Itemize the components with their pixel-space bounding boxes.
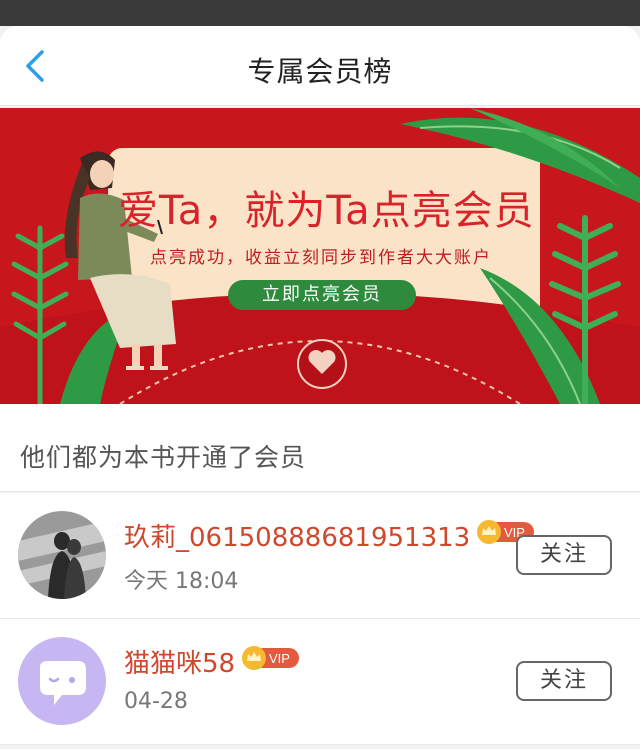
photo-avatar-icon	[18, 511, 106, 599]
follow-button[interactable]: 关注	[516, 535, 612, 575]
status-bar	[0, 0, 640, 26]
chat-bubble-avatar-icon	[18, 637, 106, 725]
member-name-text: 猫猫咪58	[124, 649, 236, 679]
member-name: 猫猫咪58 VIP	[124, 643, 301, 681]
avatar[interactable]	[18, 637, 106, 725]
list-item[interactable]: 玖莉_0615088868195131​3 VIP 今天 18:04 关注	[0, 493, 640, 619]
svg-text:VIP: VIP	[269, 651, 290, 666]
page-title: 专属会员榜	[247, 55, 393, 88]
follow-button[interactable]: 关注	[516, 661, 612, 701]
vip-banner[interactable]: 爱Ta，就为Ta点亮会员 点亮成功，收益立刻同步到作者大大账户 立即点亮会员	[0, 108, 640, 404]
member-name-text: 玖莉_0615088868195131​3	[124, 523, 471, 553]
list-item[interactable]: 猫猫咪58 VIP 04-28 关注	[0, 619, 640, 745]
section-header: 他们都为本书开通了会员	[0, 404, 640, 492]
section-title: 他们都为本书开通了会员	[20, 443, 307, 472]
activate-vip-button[interactable]: 立即点亮会员	[228, 280, 416, 310]
avatar[interactable]	[18, 511, 106, 599]
member-list: 玖莉_0615088868195131​3 VIP 今天 18:04 关注 猫猫咪…	[0, 493, 640, 745]
member-name: 玖莉_0615088868195131​3 VIP	[124, 517, 536, 555]
banner-headline: 爱Ta，就为Ta点亮会员	[118, 188, 535, 234]
vip-badge: VIP	[241, 645, 301, 678]
nav-bar: 专属会员榜	[0, 26, 640, 106]
crown-icon: VIP	[242, 646, 300, 670]
member-time: 今天 18:04	[124, 569, 239, 594]
banner-subtext: 点亮成功，收益立刻同步到作者大大账户	[150, 248, 492, 268]
member-time: 04-28	[124, 689, 188, 714]
